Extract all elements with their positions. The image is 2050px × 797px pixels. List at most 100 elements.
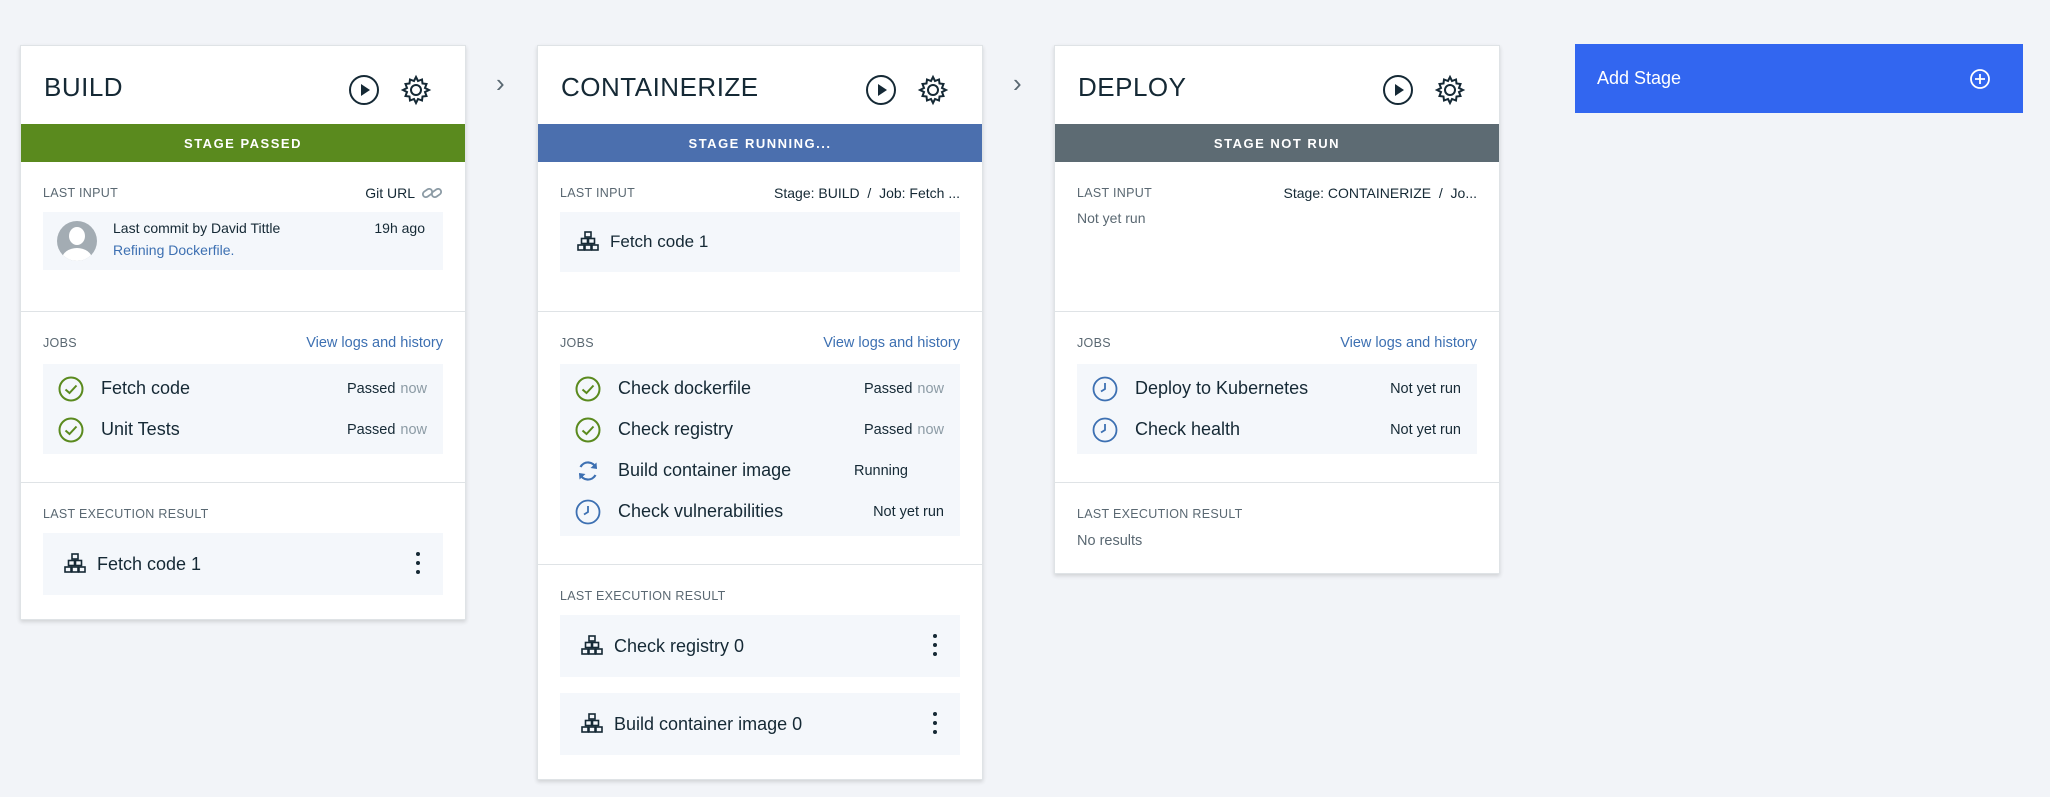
check-circle-icon: [574, 416, 602, 444]
job-status: Passed now: [347, 421, 427, 438]
play-icon[interactable]: [864, 73, 898, 107]
last-result-section: LAST EXECUTION RESULT Fetch code 1: [21, 501, 465, 595]
input-status: Not yet run: [1077, 210, 1146, 226]
result-item[interactable]: Fetch code 1: [43, 533, 443, 595]
last-result-label: LAST EXECUTION RESULT: [1077, 507, 1243, 521]
job-status: Passed now: [864, 421, 944, 438]
view-logs-link[interactable]: View logs and history: [823, 335, 960, 351]
check-circle-icon: [57, 375, 85, 403]
last-input-label: LAST INPUT: [43, 186, 119, 200]
chevron-right-icon: ›: [1013, 68, 1022, 98]
gear-icon[interactable]: [916, 73, 950, 107]
job-status: Passed now: [347, 380, 427, 397]
clock-icon: [1091, 416, 1119, 444]
check-circle-icon: [57, 416, 85, 444]
last-input-label: LAST INPUT: [1077, 186, 1153, 200]
refresh-icon: [574, 457, 602, 485]
job-row[interactable]: Check dockerfile Passed now: [560, 368, 960, 409]
stage-header: BUILD: [21, 46, 465, 124]
job-name: Deploy to Kubernetes: [1135, 378, 1309, 398]
gear-icon[interactable]: [399, 73, 433, 107]
overflow-menu-icon[interactable]: [407, 545, 429, 581]
input-source: Stage: BUILD / Job: Fetch ...: [774, 185, 960, 201]
job-row[interactable]: Deploy to Kubernetes Not yet run: [1077, 368, 1477, 409]
avatar: [57, 221, 97, 261]
build-artifact-icon: [581, 713, 603, 733]
last-input-section: LAST INPUT Git URL Last commit by David …: [21, 180, 465, 312]
jobs-label: JOBS: [560, 336, 594, 350]
last-input-section: LAST INPUT Stage: BUILD / Job: Fetch ...…: [538, 180, 982, 312]
clock-icon: [1091, 375, 1119, 403]
result-name: Build container image 0: [614, 713, 803, 734]
input-item[interactable]: Fetch code 1: [560, 212, 960, 272]
add-stage-button[interactable]: Add Stage: [1575, 44, 2023, 113]
jobs-list: Fetch code Passed now Unit Tests Passed no…: [43, 364, 443, 454]
gear-icon[interactable]: [1433, 73, 1467, 107]
overflow-menu-icon[interactable]: [924, 627, 946, 663]
stage-title: CONTAINERIZE: [561, 72, 759, 102]
last-result-section: LAST EXECUTION RESULT Check registry 0 B…: [538, 583, 982, 755]
result-name: Fetch code 1: [97, 553, 202, 574]
play-icon[interactable]: [347, 73, 381, 107]
jobs-list: Deploy to Kubernetes Not yet run Check h…: [1077, 364, 1477, 454]
add-circle-icon: [1970, 68, 1990, 89]
build-artifact-icon: [581, 635, 603, 655]
job-row[interactable]: Check registry Passed now: [560, 409, 960, 450]
result-item[interactable]: Build container image 0: [560, 693, 960, 755]
jobs-section: JOBS View logs and history Check dockerf…: [538, 330, 982, 565]
view-logs-link[interactable]: View logs and history: [1340, 335, 1477, 351]
job-row[interactable]: Fetch code Passed now: [43, 368, 443, 409]
job-status: Not yet run: [873, 503, 944, 520]
job-name: Check health: [1135, 419, 1241, 439]
last-input-label: LAST INPUT: [560, 186, 636, 200]
job-name: Check dockerfile: [618, 378, 752, 398]
jobs-list: Check dockerfile Passed now Check registr…: [560, 364, 960, 536]
chevron-right-icon: ›: [496, 68, 505, 98]
last-input-section: LAST INPUT Stage: CONTAINERIZE / Jo... N…: [1055, 180, 1499, 312]
job-row[interactable]: Check health Not yet run: [1077, 409, 1477, 450]
no-results-text: No results: [1077, 533, 1143, 549]
commit-message-link[interactable]: Refining Dockerfile.: [113, 242, 234, 258]
jobs-section: JOBS View logs and history Deploy to Kub…: [1055, 330, 1499, 483]
overflow-menu-icon[interactable]: [924, 705, 946, 741]
stage-card-build: BUILD STAGE PASSED LAST INPUT Git URL La…: [20, 45, 466, 620]
result-name: Check registry 0: [614, 635, 745, 656]
clock-icon: [574, 498, 602, 526]
job-row[interactable]: Check vulnerabilities Not yet run: [560, 491, 960, 532]
job-name: Check vulnerabilities: [618, 501, 784, 521]
commit-author: Last commit by David Tittle: [113, 220, 281, 236]
job-name: Fetch code: [101, 378, 191, 398]
link-icon[interactable]: [421, 184, 443, 202]
last-commit: Last commit by David Tittle Refining Doc…: [43, 212, 443, 270]
jobs-label: JOBS: [1077, 336, 1111, 350]
job-row[interactable]: Unit Tests Passed now: [43, 409, 443, 450]
stage-title: DEPLOY: [1078, 72, 1187, 102]
input-source: Git URL: [365, 185, 415, 201]
jobs-label: JOBS: [43, 336, 77, 350]
jobs-section: JOBS View logs and history Fetch code Pa…: [21, 330, 465, 483]
job-row[interactable]: Build container image Running: [560, 450, 960, 491]
last-result-section: LAST EXECUTION RESULT No results: [1055, 501, 1499, 573]
job-name: Unit Tests: [101, 419, 180, 439]
job-status: Not yet run: [1390, 380, 1461, 397]
build-artifact-icon: [577, 231, 599, 251]
stage-title: BUILD: [44, 72, 124, 102]
job-status: Not yet run: [1390, 421, 1461, 438]
stage-header: CONTAINERIZE: [538, 46, 982, 124]
job-name: Check registry: [618, 419, 734, 439]
play-icon[interactable]: [1381, 73, 1415, 107]
check-circle-icon: [574, 375, 602, 403]
commit-time: 19h ago: [374, 220, 425, 236]
last-result-label: LAST EXECUTION RESULT: [560, 589, 726, 603]
result-item[interactable]: Check registry 0: [560, 615, 960, 677]
status-bar: STAGE NOT RUN: [1055, 124, 1499, 162]
input-item-name: Fetch code 1: [610, 232, 709, 251]
last-result-label: LAST EXECUTION RESULT: [43, 507, 209, 521]
status-bar: STAGE PASSED: [21, 124, 465, 162]
job-status: Passed now: [864, 380, 944, 397]
add-stage-label: Add Stage: [1597, 68, 1682, 88]
view-logs-link[interactable]: View logs and history: [306, 335, 443, 351]
stage-card-deploy: DEPLOY STAGE NOT RUN LAST INPUT Stage: C…: [1054, 45, 1500, 574]
status-bar: STAGE RUNNING...: [538, 124, 982, 162]
job-status: Running: [853, 462, 908, 479]
